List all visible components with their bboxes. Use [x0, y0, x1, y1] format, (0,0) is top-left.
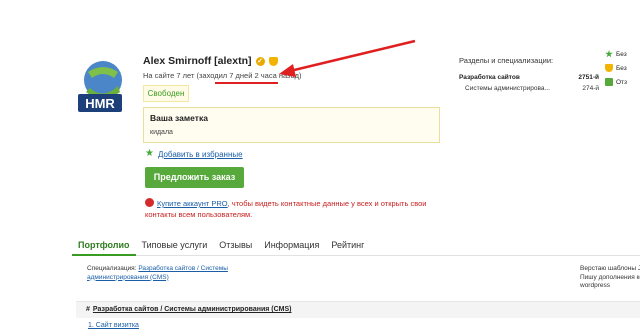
warning-icon — [145, 198, 154, 207]
shield-icon — [268, 56, 278, 66]
spec-row-label: Системы администрирова... — [465, 85, 550, 92]
desc-line: Пишу дополнения ко — [580, 273, 640, 281]
profile-name: Alex Smirnoff [alextn] — [143, 55, 252, 67]
section-title-link[interactable]: Разработка сайтов / Системы администриро… — [93, 306, 292, 313]
spec-row[interactable]: Разработка сайтов 2751-й — [459, 74, 599, 81]
member-since: На сайте 7 лет (заходил 7 дней 2 часа на… — [143, 71, 302, 80]
add-favorite-link[interactable]: Добавить в избранные — [158, 150, 243, 159]
avatar-logo-text: HMR — [85, 96, 115, 111]
spec-row-value: 2751-й — [578, 74, 599, 81]
offer-order-button[interactable]: Предложить заказ — [145, 167, 244, 188]
star-icon: ★ — [145, 148, 154, 159]
tab-portfolio[interactable]: Портфолио — [72, 238, 136, 256]
side-item: Отз — [605, 78, 640, 86]
user-note[interactable]: Ваша заметка кидала — [143, 107, 440, 143]
status-badge: Свободен — [143, 85, 189, 102]
spec-link[interactable]: Разработка сайтов / Системы — [138, 265, 228, 272]
portfolio-item-link[interactable]: 1. Сайт визитка — [88, 322, 139, 329]
portfolio-section-header: # Разработка сайтов / Системы администрир… — [76, 301, 640, 318]
specializations-title: Разделы и специализации: — [459, 56, 554, 65]
profile-name-row: Alex Smirnoff [alextn] ✓ — [143, 55, 278, 67]
note-text: кидала — [150, 129, 173, 136]
pro-notice: Купите аккаунт PRO, чтобы видеть контакт… — [145, 198, 445, 220]
side-item-label: Без — [616, 64, 627, 72]
star-icon — [605, 50, 613, 58]
highlight-underline — [215, 82, 278, 84]
tab-info[interactable]: Информация — [258, 238, 325, 256]
spec-row-label: Разработка сайтов — [459, 74, 520, 81]
tab-services[interactable]: Типовые услуги — [136, 238, 214, 256]
specializations-panel: Разделы и специализации: Разработка сайт… — [459, 56, 599, 92]
verified-icon: ✓ — [255, 56, 265, 66]
side-item-label: Без — [616, 50, 627, 58]
spec-label: Специализация: — [87, 265, 137, 272]
desc-line: Верстаю шаблоны Jo — [580, 265, 640, 272]
buy-pro-link[interactable]: Купите аккаунт PRO — [157, 199, 228, 208]
add-favorite[interactable]: ★ Добавить в избранные — [145, 149, 243, 159]
side-stats: Без Без Отз — [605, 50, 640, 92]
arrow-line — [289, 39, 416, 73]
tab-rating[interactable]: Рейтинг — [325, 238, 370, 256]
shield-icon — [605, 64, 613, 72]
section-anchor[interactable]: # — [86, 306, 90, 313]
spec-row[interactable]: Системы администрирова... 274-й — [459, 85, 599, 92]
portfolio-specialization: Специализация: Разработка сайтов / Систе… — [87, 265, 287, 282]
desc-line: wordpress — [580, 282, 610, 289]
side-item: Без — [605, 50, 640, 58]
avatar[interactable]: HMR — [76, 56, 132, 116]
comment-icon — [605, 78, 613, 86]
spec-link[interactable]: администрирования (CMS) — [87, 274, 169, 281]
side-item: Без — [605, 64, 640, 72]
spec-row-value: 274-й — [582, 85, 599, 92]
profile-tabs: Портфолио Типовые услуги Отзывы Информац… — [72, 238, 640, 256]
service-description: Верстаю шаблоны Jo Пишу дополнения ко wo… — [580, 265, 640, 291]
tab-reviews[interactable]: Отзывы — [213, 238, 258, 256]
note-title: Ваша заметка — [150, 113, 208, 123]
side-item-label: Отз — [616, 78, 628, 86]
